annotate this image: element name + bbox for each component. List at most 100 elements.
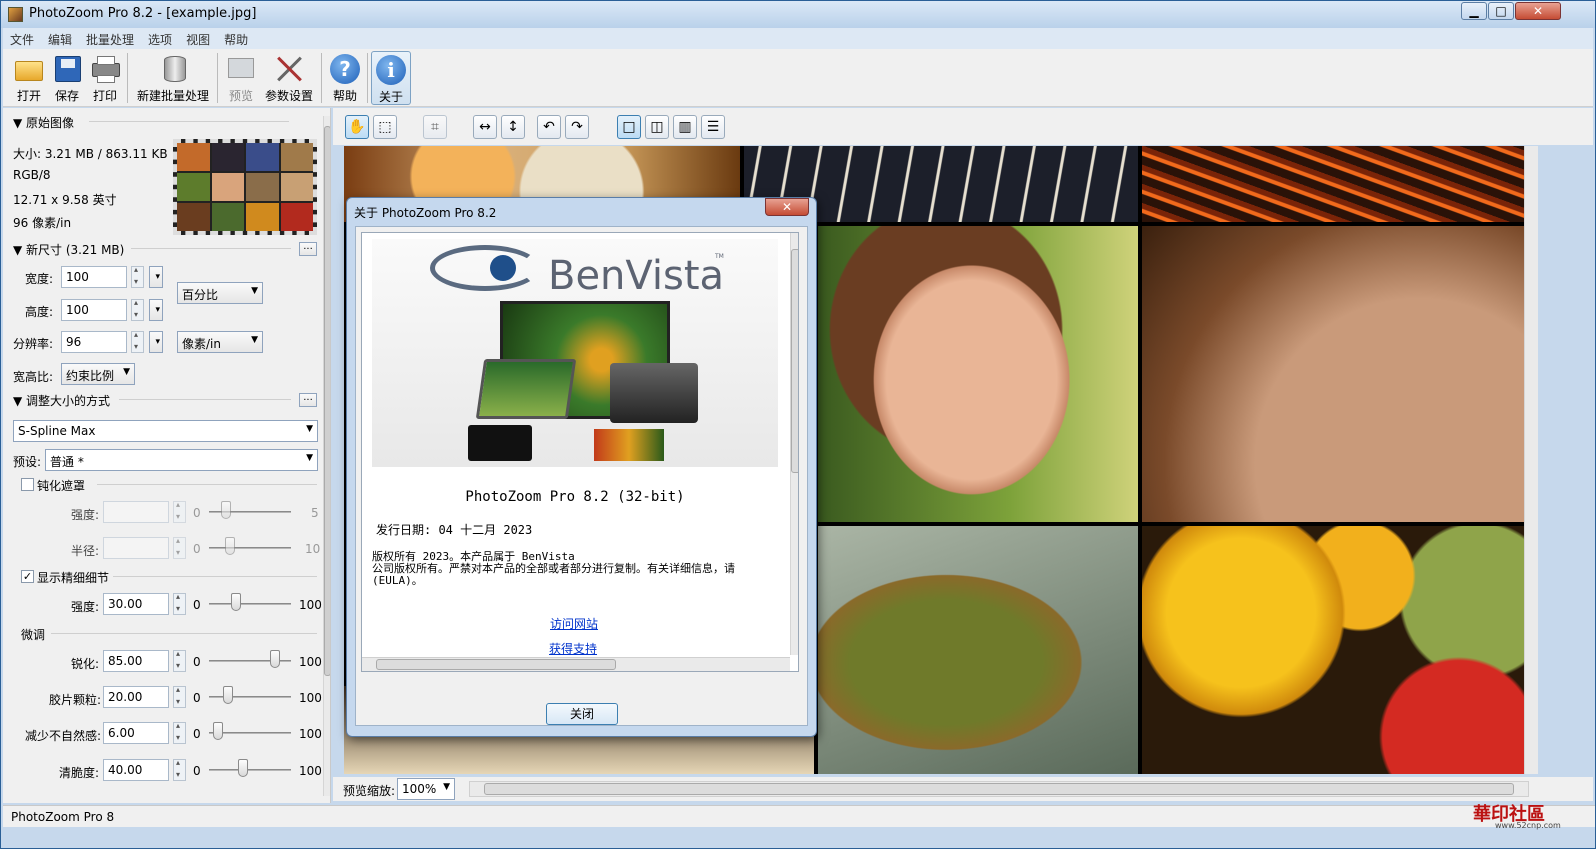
- artifact-label: 减少不自然感:: [25, 729, 102, 743]
- sharpen-input[interactable]: 85.00: [103, 650, 169, 672]
- width-input[interactable]: 100: [61, 266, 127, 288]
- save-button[interactable]: 保存: [47, 51, 87, 105]
- unsharp-strength-slider[interactable]: [221, 501, 231, 519]
- open-button[interactable]: 打开: [7, 51, 51, 105]
- menu-help[interactable]: 帮助: [217, 28, 255, 51]
- width-unit-toggle[interactable]: ▾: [149, 266, 163, 288]
- help-button[interactable]: ? 帮助: [325, 51, 365, 105]
- split-view-button[interactable]: ◫: [645, 115, 669, 139]
- about-vscroll[interactable]: [790, 233, 798, 655]
- crop-button[interactable]: ⌗: [423, 115, 447, 139]
- single-view-button[interactable]: □: [617, 115, 641, 139]
- settings-button[interactable]: 参数设置: [261, 51, 317, 105]
- size-unit-select[interactable]: 百分比 ▼: [177, 282, 263, 304]
- detail-strength-track: [209, 603, 291, 605]
- hand-tool-button[interactable]: ✋: [345, 115, 369, 139]
- unsharp-radius-slider[interactable]: [225, 537, 235, 555]
- unsharp-radius-stepper[interactable]: [173, 536, 186, 559]
- fit-width-button[interactable]: ↔: [473, 115, 497, 139]
- chevron-down-icon: ▼: [306, 453, 313, 463]
- resolution-toggle[interactable]: ▾: [149, 331, 163, 353]
- menu-batch[interactable]: 批量处理: [79, 28, 141, 51]
- new-size-header[interactable]: ▼ 新尺寸 (3.21 MB): [13, 241, 124, 258]
- original-image-header[interactable]: ▼ 原始图像: [13, 114, 74, 131]
- preview-vscroll[interactable]: [1524, 146, 1538, 774]
- about-button[interactable]: i 关于: [371, 51, 411, 105]
- top-bottom-button[interactable]: ☰: [701, 115, 725, 139]
- crispness-input[interactable]: 40.00: [103, 759, 169, 781]
- about-hscroll[interactable]: [362, 657, 790, 671]
- resolution-stepper[interactable]: [131, 330, 144, 353]
- panel-scrollbar[interactable]: [323, 116, 330, 796]
- resolution-unit-value: 像素/in: [182, 337, 221, 351]
- chevron-down-icon: ▼: [251, 335, 258, 345]
- divider: [51, 633, 317, 634]
- select-tool-button[interactable]: ⬚: [373, 115, 397, 139]
- zoom-select[interactable]: 100% ▼: [397, 778, 455, 800]
- crispness-label: 清脆度:: [59, 766, 100, 780]
- panel-scroll-thumb[interactable]: [324, 126, 330, 676]
- rotate-right-icon: ↷: [571, 119, 583, 135]
- preset-select[interactable]: 普通 * ▼: [45, 449, 318, 471]
- dialog-close-button[interactable]: 关闭: [546, 703, 618, 725]
- aspect-select[interactable]: 约束比例 ▼: [61, 363, 135, 385]
- new-size-more-button[interactable]: ...: [299, 242, 317, 256]
- grain-min: 0: [193, 691, 201, 705]
- height-unit-toggle[interactable]: ▾: [149, 299, 163, 321]
- artifact-stepper[interactable]: [173, 721, 186, 744]
- detail-strength-min: 0: [193, 598, 201, 612]
- print-button[interactable]: 打印: [85, 51, 125, 105]
- preview-button[interactable]: 预览: [221, 51, 261, 105]
- sharpen-slider[interactable]: [270, 650, 281, 668]
- height-input[interactable]: 100: [61, 299, 127, 321]
- benvista-eye-logo: [430, 245, 540, 291]
- side-by-side-button[interactable]: ▥: [673, 115, 697, 139]
- detail-strength-slider[interactable]: [230, 593, 241, 611]
- resize-method-header[interactable]: ▼ 调整大小的方式: [13, 392, 110, 409]
- about-hscroll-thumb[interactable]: [376, 659, 616, 670]
- method-more-button[interactable]: ...: [299, 393, 317, 407]
- chevron-down-icon: ▼: [306, 424, 313, 434]
- artifact-input[interactable]: 6.00: [103, 722, 169, 744]
- unsharp-checkbox[interactable]: [21, 478, 34, 491]
- maximize-button[interactable]: □: [1488, 2, 1514, 20]
- menu-edit[interactable]: 编辑: [41, 28, 79, 51]
- unsharp-strength-stepper[interactable]: [173, 500, 186, 523]
- width-stepper[interactable]: [131, 265, 144, 288]
- detail-strength-stepper[interactable]: [173, 592, 186, 615]
- menu-file[interactable]: 文件: [3, 28, 41, 51]
- artifact-slider[interactable]: [213, 722, 224, 740]
- unsharp-strength-input[interactable]: [103, 501, 169, 523]
- hand-icon: ✋: [348, 119, 366, 135]
- height-stepper[interactable]: [131, 298, 144, 321]
- crispness-stepper[interactable]: [173, 758, 186, 781]
- menu-options[interactable]: 选项: [141, 28, 179, 51]
- grain-stepper[interactable]: [173, 685, 186, 708]
- grain-slider[interactable]: [223, 686, 234, 704]
- benvista-wordmark: BenVista: [548, 253, 725, 299]
- unsharp-radius-input[interactable]: [103, 537, 169, 559]
- dialog-close-x-button[interactable]: ✕: [765, 198, 809, 216]
- minimize-button[interactable]: ▁: [1461, 2, 1487, 20]
- about-vscroll-thumb[interactable]: [791, 249, 798, 473]
- close-window-button[interactable]: ✕: [1515, 2, 1561, 20]
- get-support-link[interactable]: 获得支持: [549, 640, 597, 657]
- new-batch-button[interactable]: 新建批量处理: [133, 51, 213, 105]
- rotate-right-button[interactable]: ↷: [565, 115, 589, 139]
- detail-strength-input[interactable]: 30.00: [103, 593, 169, 615]
- resolution-input[interactable]: 96: [61, 331, 127, 353]
- crispness-slider[interactable]: [237, 759, 248, 777]
- rotate-left-button[interactable]: ↶: [537, 115, 561, 139]
- detail-checkbox[interactable]: ✓: [21, 570, 34, 583]
- menu-view[interactable]: 视图: [179, 28, 217, 51]
- preview-hscroll-thumb[interactable]: [484, 783, 1514, 795]
- fit-height-button[interactable]: ↕: [501, 115, 525, 139]
- menu-bar: 文件 编辑 批量处理 选项 视图 帮助: [3, 28, 1593, 49]
- algorithm-select[interactable]: S-Spline Max ▼: [13, 420, 318, 442]
- resolution-unit-select[interactable]: 像素/in ▼: [177, 331, 263, 353]
- divider: [97, 484, 317, 485]
- sharpen-stepper[interactable]: [173, 649, 186, 672]
- grain-input[interactable]: 20.00: [103, 686, 169, 708]
- visit-website-link[interactable]: 访问网站: [550, 615, 598, 632]
- preview-hscroll[interactable]: [469, 781, 1529, 797]
